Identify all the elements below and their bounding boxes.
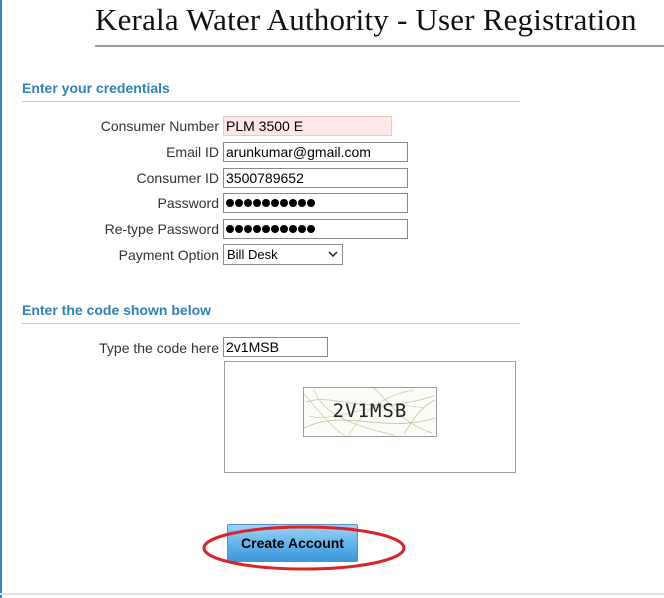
captcha-code-text: 2V1MSB [332, 400, 408, 422]
email-field[interactable] [223, 142, 408, 162]
payment-option-label: Payment Option [118, 247, 219, 263]
password-mask-dot [235, 225, 243, 233]
payment-option-select[interactable]: Bill Desk [223, 244, 343, 265]
password-mask-dot [271, 199, 279, 207]
consumer-number-label: Consumer Number [100, 118, 219, 134]
left-border-stripe [0, 0, 2, 598]
password-mask-dot [289, 199, 297, 207]
payment-option-value: Bill Desk [227, 247, 278, 262]
password-mask-dot [271, 225, 279, 233]
password-mask-dot [307, 199, 315, 207]
password-mask-dot [244, 199, 252, 207]
captcha-image: 2V1MSB [303, 387, 437, 437]
email-label: Email ID [166, 144, 219, 160]
retype-password-label: Re-type Password [104, 221, 219, 237]
password-mask-dot [226, 225, 234, 233]
create-account-button[interactable]: Create Account [227, 524, 358, 562]
password-mask-dot [307, 225, 315, 233]
password-field[interactable] [223, 193, 408, 213]
consumer-id-field[interactable] [223, 168, 408, 188]
captcha-label: Type the code here [99, 340, 219, 356]
password-mask-dot [262, 199, 270, 207]
page-title: Kerala Water Authority - User Registrati… [95, 2, 637, 37]
credentials-divider [22, 101, 520, 102]
captcha-panel: 2V1MSB [224, 361, 516, 473]
password-mask-dot [280, 199, 288, 207]
consumer-number-field[interactable] [223, 116, 392, 136]
password-mask-dot [262, 225, 270, 233]
captcha-input[interactable] [223, 337, 328, 357]
footer-divider [0, 593, 664, 595]
password-mask-dot [280, 225, 288, 233]
password-mask-dot [253, 199, 261, 207]
chevron-down-icon [328, 251, 338, 258]
consumer-id-label: Consumer ID [136, 170, 219, 186]
password-label: Password [157, 195, 219, 211]
password-mask-dot [244, 225, 252, 233]
credentials-heading: Enter your credentials [22, 80, 170, 96]
title-divider [95, 45, 664, 47]
password-mask-dot [289, 225, 297, 233]
retype-password-field[interactable] [223, 219, 408, 239]
password-mask-dot [298, 225, 306, 233]
captcha-heading: Enter the code shown below [22, 302, 212, 318]
password-mask-dot [226, 199, 234, 207]
captcha-divider [22, 323, 520, 324]
password-mask-dot [253, 225, 261, 233]
password-mask-dot [298, 199, 306, 207]
password-mask-dot [235, 199, 243, 207]
